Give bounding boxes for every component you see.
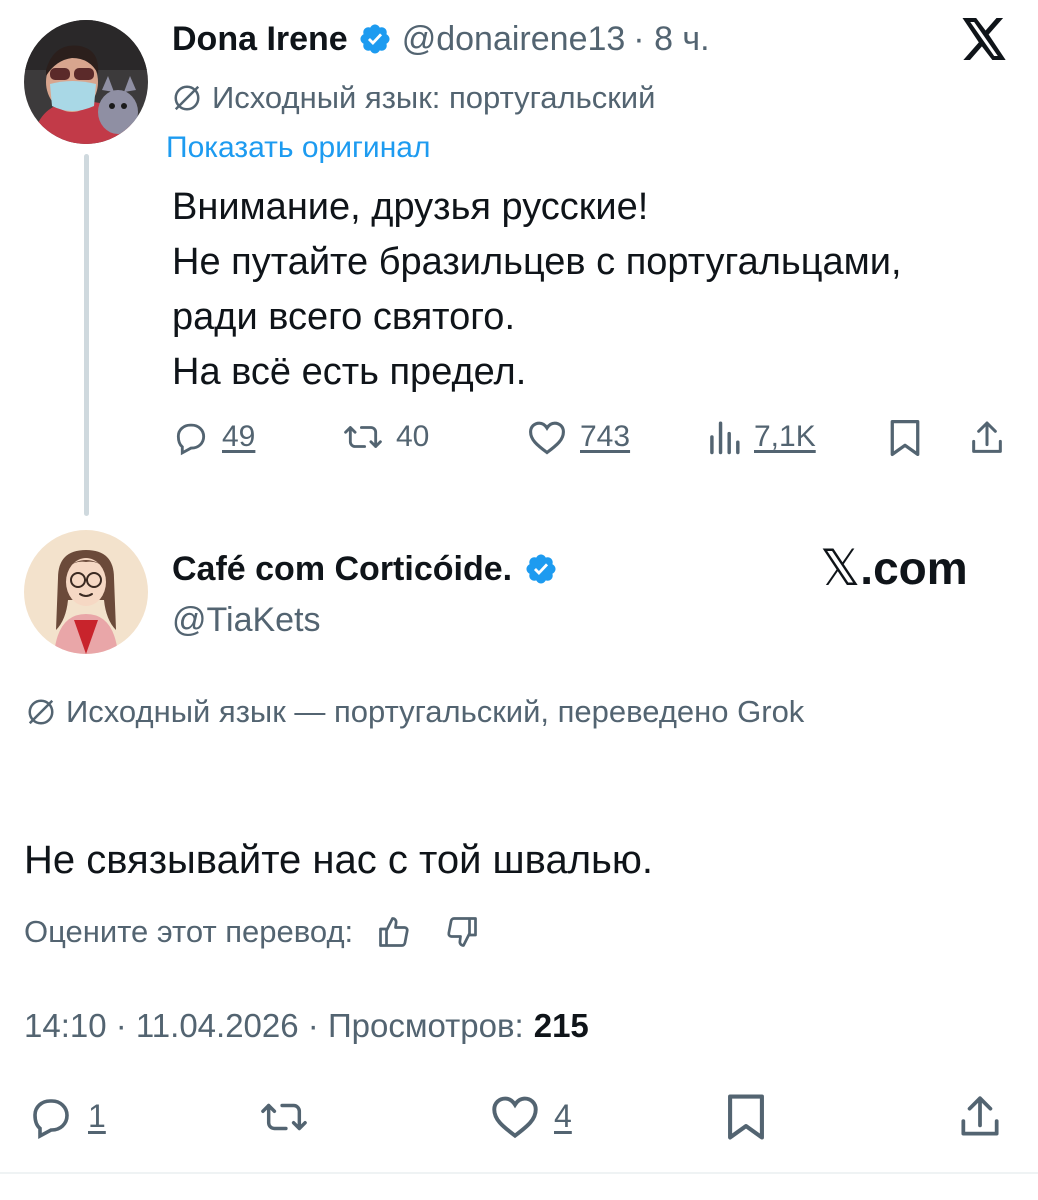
rate-translation: Оцените этот перевод: [24, 910, 481, 954]
source-language-note: Исходный язык — португальский, переведен… [26, 690, 804, 734]
author-handle[interactable]: @donairene13 [402, 20, 626, 59]
like-button[interactable]: 743 [526, 418, 630, 456]
reply-icon [26, 1092, 76, 1140]
tweet2-text: Не связывайте нас с той швалью. [24, 838, 653, 882]
tweet2-meta: 14:10 · 11.04.2026 · Просмотров: 215 [24, 1004, 589, 1048]
source-language-text: Исходный язык — португальский, переведен… [66, 694, 805, 729]
thumbs-down-button[interactable] [443, 914, 481, 950]
tweet-timestamp[interactable]: 14:10 · 11.04.2026 · Просмотров: [24, 1007, 524, 1045]
tweet-text-line: На всё есть предел. [172, 351, 527, 393]
like-count: 743 [580, 420, 631, 453]
repost-button[interactable] [256, 1094, 312, 1140]
reply-count: 49 [222, 420, 256, 453]
x-logo-icon [960, 18, 1008, 62]
reply-button[interactable]: 49 [172, 418, 255, 456]
like-count: 4 [554, 1097, 572, 1134]
views-count: 7,1K [754, 420, 816, 453]
thread-connector-line [84, 154, 89, 516]
verified-badge-icon [358, 22, 392, 56]
avatar-dona-irene[interactable] [24, 20, 148, 144]
tweet-text-line: Внимание, друзья русские! [172, 186, 649, 228]
share-button[interactable] [968, 418, 1006, 458]
translate-icon [172, 83, 202, 113]
repost-count: 40 [396, 420, 430, 453]
show-original-link[interactable]: Показать оригинал [166, 128, 430, 168]
bookmark-button[interactable] [888, 418, 922, 458]
tweet2-header: Café com Corticóide. [172, 546, 558, 592]
bookmark-icon [888, 418, 922, 458]
views-icon [706, 418, 742, 456]
tweet-text-line: Не путайте бразильцев с португальцами, [172, 241, 902, 283]
like-button[interactable]: 4 [488, 1092, 572, 1140]
source-language-note: Исходный язык: португальский [172, 76, 655, 120]
tweet1-header: Dona Irene @donairene13 · 8 ч. [172, 16, 710, 62]
x-com-watermark: 𝕏 .com [820, 538, 968, 598]
avatar-cafe-com-corticoide[interactable] [24, 530, 148, 654]
source-language-text: Исходный язык: португальский [212, 80, 656, 115]
author-handle[interactable]: @TiaKets [172, 598, 321, 642]
author-name[interactable]: Café com Corticóide. [172, 550, 512, 589]
tweet1-text: Внимание, друзья русские! Не путайте бра… [172, 180, 902, 400]
like-icon [488, 1092, 542, 1140]
like-icon [526, 418, 568, 456]
bookmark-button[interactable] [724, 1092, 768, 1142]
repost-icon [256, 1094, 312, 1140]
share-icon [968, 418, 1006, 458]
domain-text: .com [860, 542, 968, 594]
reply-count: 1 [88, 1097, 106, 1134]
repost-icon [342, 418, 384, 456]
views-total: 215 [533, 1007, 589, 1044]
tweet-time[interactable]: · 8 ч. [633, 20, 709, 59]
share-button[interactable] [956, 1092, 1004, 1142]
verified-badge-icon [524, 552, 558, 586]
author-name[interactable]: Dona Irene [172, 20, 348, 59]
repost-button[interactable]: 40 [342, 418, 429, 456]
views-button[interactable]: 7,1K [706, 418, 816, 456]
translate-icon [26, 697, 56, 727]
thumbs-up-icon [375, 914, 413, 950]
reply-button[interactable]: 1 [26, 1092, 106, 1140]
share-icon [956, 1092, 1004, 1142]
thumbs-up-button[interactable] [375, 914, 413, 950]
reply-icon [172, 418, 210, 456]
bookmark-icon [724, 1092, 768, 1142]
thumbs-down-icon [443, 914, 481, 950]
x-logo-icon: 𝕏 [820, 539, 861, 597]
bottom-divider [0, 1172, 1038, 1174]
rate-translation-label: Оцените этот перевод: [24, 914, 354, 949]
tweet-text-line: ради всего святого. [172, 296, 516, 338]
